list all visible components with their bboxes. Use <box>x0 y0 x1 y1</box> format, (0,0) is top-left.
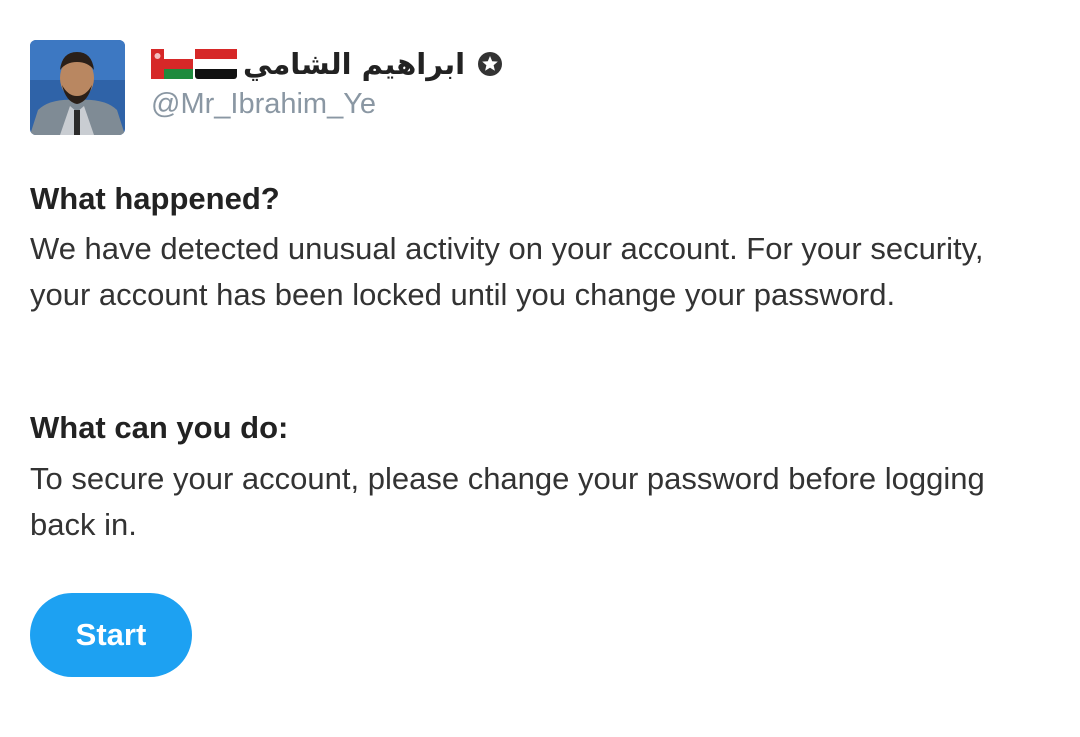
what-happened-heading: What happened? <box>30 181 280 216</box>
what-can-you-do-heading: What can you do: <box>30 410 289 445</box>
avatar[interactable] <box>30 40 125 135</box>
what-happened-text: We have detected unusual activity on you… <box>30 231 984 312</box>
account-handle[interactable]: @Mr_Ibrahim_Ye <box>151 88 503 121</box>
yemen-flag-icon <box>195 49 237 79</box>
oman-flag-icon <box>151 49 193 79</box>
flags <box>151 49 239 79</box>
profile-identity: ابراهيم الشامي @Mr_Ibrahim_Ye <box>151 42 503 121</box>
avatar-image <box>30 40 125 135</box>
display-name[interactable]: ابراهيم الشامي <box>243 47 465 81</box>
name-row: ابراهيم الشامي <box>151 42 503 86</box>
what-can-you-do-text: To secure your account, please change yo… <box>30 461 985 542</box>
profile-header: ابراهيم الشامي @Mr_Ibrahim_Ye <box>30 40 503 136</box>
star-badge-icon <box>478 52 503 76</box>
start-button[interactable]: Start <box>30 593 192 677</box>
